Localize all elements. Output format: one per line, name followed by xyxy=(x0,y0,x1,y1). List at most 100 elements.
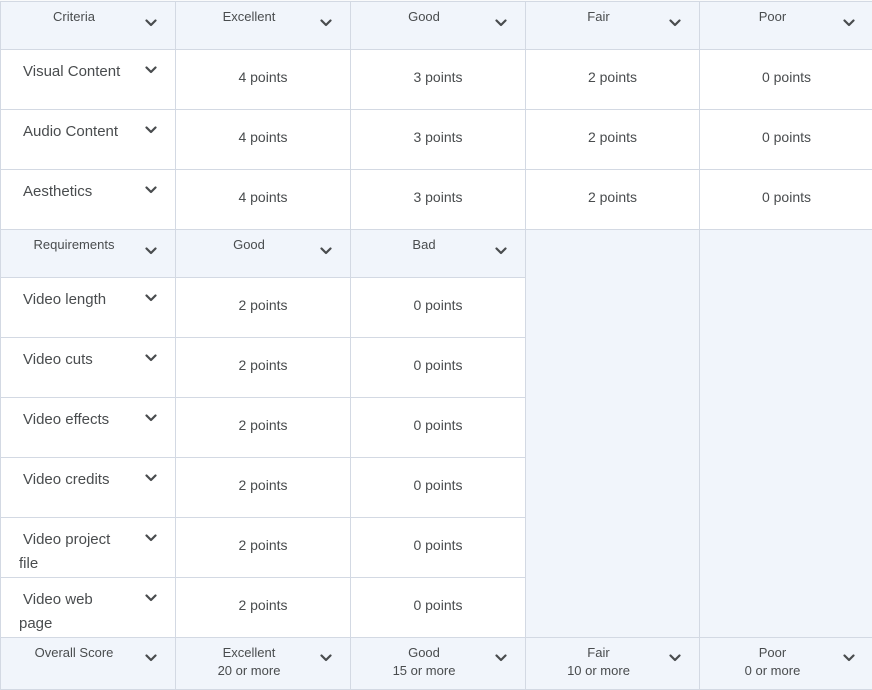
chevron-down-icon[interactable] xyxy=(318,650,334,666)
chevron-down-icon[interactable] xyxy=(143,182,159,198)
points-cell[interactable]: 2 points xyxy=(525,109,700,170)
level-header-good[interactable]: Good xyxy=(350,1,526,50)
requirement-name-cell[interactable]: Video effects xyxy=(0,397,176,458)
chevron-down-icon[interactable] xyxy=(143,290,159,306)
points-value: 2 points xyxy=(238,357,288,373)
points-cell[interactable]: 3 points xyxy=(350,109,526,170)
chevron-down-icon[interactable] xyxy=(318,15,334,31)
points-cell[interactable]: 2 points xyxy=(525,169,700,230)
level-header-excellent[interactable]: Excellent xyxy=(175,1,351,50)
criterion-row-visual-content: Visual Content 4 points 3 points 2 point… xyxy=(0,49,872,110)
points-cell[interactable]: 2 points xyxy=(525,49,700,110)
chevron-down-icon[interactable] xyxy=(143,62,159,78)
points-value: 4 points xyxy=(238,189,288,205)
empty-filler-cell xyxy=(699,229,872,638)
points-value: 0 points xyxy=(761,189,812,205)
chevron-down-icon[interactable] xyxy=(143,530,159,546)
chevron-down-icon[interactable] xyxy=(143,350,159,366)
chevron-down-icon[interactable] xyxy=(493,243,509,259)
points-value: 4 points xyxy=(238,129,288,145)
points-cell[interactable]: 0 points xyxy=(350,457,526,518)
chevron-down-icon[interactable] xyxy=(841,15,857,31)
level-threshold: 20 or more xyxy=(217,663,281,678)
chevron-down-icon[interactable] xyxy=(493,15,509,31)
overall-score-header-cell[interactable]: Overall Score xyxy=(0,637,176,690)
overall-level-fair[interactable]: Fair 10 or more xyxy=(525,637,700,690)
points-value: 2 points xyxy=(238,537,288,553)
chevron-down-icon[interactable] xyxy=(667,15,683,31)
points-value: 2 points xyxy=(238,597,288,613)
points-value: 2 points xyxy=(238,477,288,493)
points-cell[interactable]: 4 points xyxy=(175,49,351,110)
chevron-down-icon[interactable] xyxy=(143,590,159,606)
criteria-header-row: Criteria Excellent Good Fair Poor xyxy=(0,1,872,50)
requirement-name-cell[interactable]: Video project file xyxy=(0,517,176,578)
points-cell[interactable]: 0 points xyxy=(699,109,872,170)
level-name: Good xyxy=(408,645,440,660)
points-value: 0 points xyxy=(413,597,463,613)
requirement-name-cell[interactable]: Video length xyxy=(0,277,176,338)
points-cell[interactable]: 2 points xyxy=(175,517,351,578)
level-threshold: 15 or more xyxy=(392,663,456,678)
points-cell[interactable]: 2 points xyxy=(175,277,351,338)
level-threshold: 10 or more xyxy=(567,663,630,678)
points-value: 3 points xyxy=(413,69,463,85)
level-name: Poor xyxy=(758,645,787,660)
chevron-down-icon[interactable] xyxy=(143,650,159,666)
chevron-down-icon[interactable] xyxy=(143,15,159,31)
points-cell[interactable]: 0 points xyxy=(699,49,872,110)
points-cell[interactable]: 0 points xyxy=(699,169,872,230)
overall-level-good[interactable]: Good 15 or more xyxy=(350,637,526,690)
points-cell[interactable]: 0 points xyxy=(350,337,526,398)
overall-level-excellent[interactable]: Excellent 20 or more xyxy=(175,637,351,690)
level-header-good[interactable]: Good xyxy=(175,229,351,278)
overall-level-poor[interactable]: Poor 0 or more xyxy=(699,637,872,690)
points-cell[interactable]: 2 points xyxy=(175,397,351,458)
points-cell[interactable]: 2 points xyxy=(175,337,351,398)
chevron-down-icon[interactable] xyxy=(143,243,159,259)
chevron-down-icon[interactable] xyxy=(318,243,334,259)
level-header-poor[interactable]: Poor xyxy=(699,1,872,50)
points-cell[interactable]: 3 points xyxy=(350,49,526,110)
points-cell[interactable]: 0 points xyxy=(350,577,526,638)
chevron-down-icon[interactable] xyxy=(493,650,509,666)
points-cell[interactable]: 3 points xyxy=(350,169,526,230)
requirement-name-cell[interactable]: Video web page xyxy=(0,577,176,638)
points-value: 0 points xyxy=(761,129,812,145)
points-cell[interactable]: 0 points xyxy=(350,517,526,578)
requirement-name-line-1: Video project xyxy=(23,531,111,548)
level-name: Excellent xyxy=(222,645,276,660)
points-cell[interactable]: 2 points xyxy=(175,457,351,518)
points-cell[interactable]: 2 points xyxy=(175,577,351,638)
chevron-down-icon[interactable] xyxy=(143,410,159,426)
chevron-down-icon[interactable] xyxy=(143,470,159,486)
criterion-name-cell[interactable]: Visual Content xyxy=(0,49,176,110)
points-cell[interactable]: 0 points xyxy=(350,277,526,338)
requirement-name: Video project file xyxy=(1,518,175,576)
points-value: 0 points xyxy=(413,417,463,433)
criterion-row-aesthetics: Aesthetics 4 points 3 points 2 points 0 … xyxy=(0,169,872,230)
points-value: 2 points xyxy=(238,417,288,433)
criterion-name-cell[interactable]: Aesthetics xyxy=(0,169,176,230)
level-header-bad[interactable]: Bad xyxy=(350,229,526,278)
chevron-down-icon[interactable] xyxy=(841,650,857,666)
points-value: 0 points xyxy=(413,297,463,313)
level-header-fair[interactable]: Fair xyxy=(525,1,700,50)
overall-score-row: Overall Score Excellent 20 or more Good … xyxy=(0,637,872,690)
level-threshold: 0 or more xyxy=(744,663,801,678)
points-value: 0 points xyxy=(413,537,463,553)
requirement-name-cell[interactable]: Video cuts xyxy=(0,337,176,398)
chevron-down-icon[interactable] xyxy=(143,122,159,138)
points-value: 2 points xyxy=(238,297,288,313)
criterion-name-cell[interactable]: Audio Content xyxy=(0,109,176,170)
rubric-table: Criteria Excellent Good Fair Poor Visual… xyxy=(0,1,872,690)
points-cell[interactable]: 4 points xyxy=(175,109,351,170)
points-cell[interactable]: 0 points xyxy=(350,397,526,458)
requirements-header-cell[interactable]: Requirements xyxy=(0,229,176,278)
points-value: 3 points xyxy=(413,129,463,145)
points-cell[interactable]: 4 points xyxy=(175,169,351,230)
requirement-name-cell[interactable]: Video credits xyxy=(0,457,176,518)
criteria-header-cell[interactable]: Criteria xyxy=(0,1,176,50)
chevron-down-icon[interactable] xyxy=(667,650,683,666)
points-value: 0 points xyxy=(413,477,463,493)
